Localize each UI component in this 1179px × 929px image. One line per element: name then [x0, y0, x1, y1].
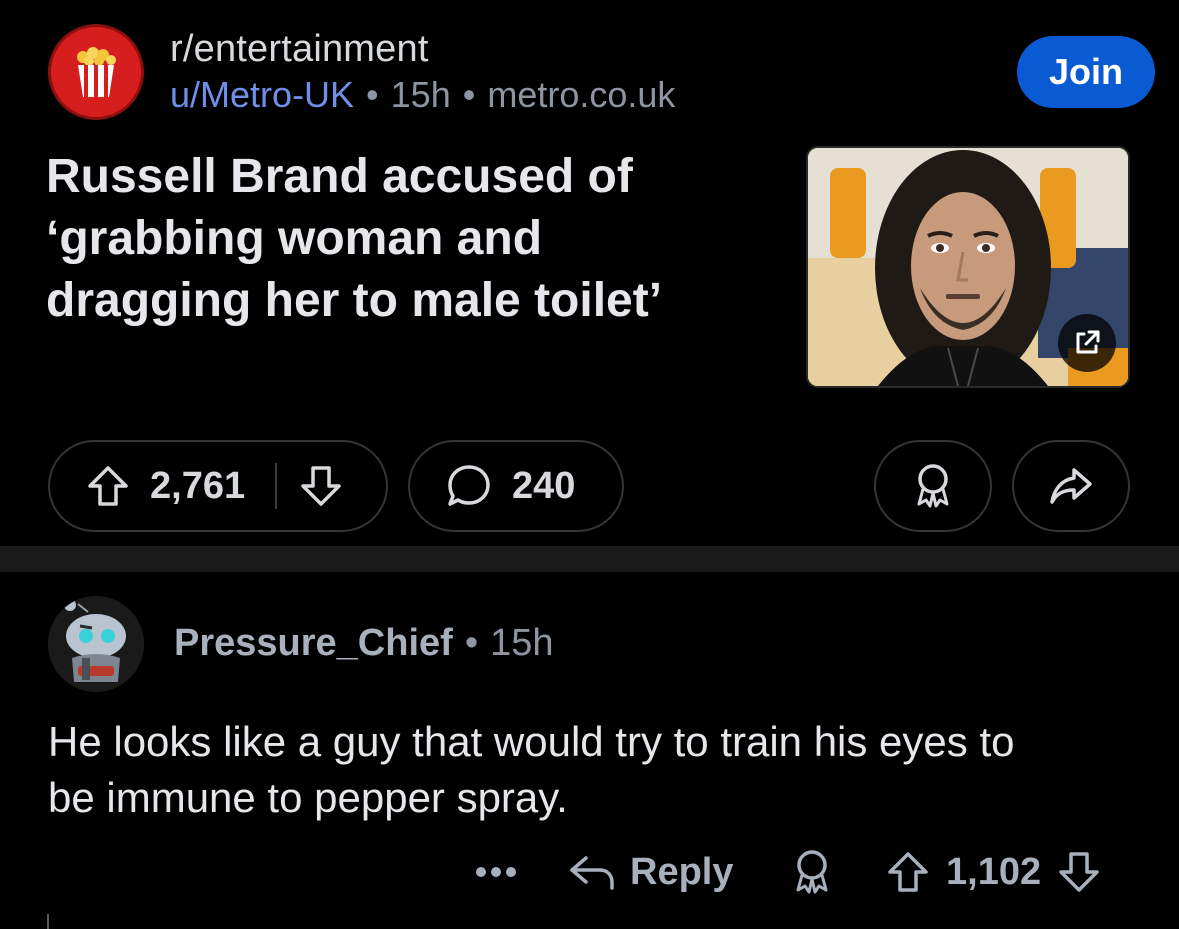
- comment-count: 240: [512, 464, 576, 507]
- subreddit-name[interactable]: r/entertainment: [170, 28, 429, 71]
- join-button[interactable]: Join: [1017, 36, 1155, 108]
- external-link-button[interactable]: [1058, 314, 1116, 372]
- share-button[interactable]: [1012, 440, 1130, 532]
- comment-body-line: be immune to pepper spray.: [48, 774, 568, 821]
- downvote-arrow-icon: [301, 466, 341, 506]
- subreddit-avatar[interactable]: [48, 24, 144, 120]
- meta-separator: •: [366, 74, 379, 115]
- post-age: 15h: [390, 74, 451, 115]
- post-meta: u/Metro-UK • 15h • metro.co.uk: [170, 74, 675, 116]
- meta-separator: •: [462, 74, 476, 115]
- comment-vote-bar: 1,102: [886, 840, 1101, 904]
- post-title-line: dragging her to male toilet’: [46, 274, 663, 327]
- reply-label: Reply: [630, 850, 734, 893]
- post-thumbnail[interactable]: [806, 146, 1130, 388]
- upvote-button[interactable]: [86, 464, 130, 508]
- comment-age: 15h: [490, 622, 554, 664]
- snoo-avatar-icon: [48, 596, 144, 692]
- reddit-post-view: r/entertainment u/Metro-UK • 15h • metro.co.…: [0, 0, 1179, 929]
- post-domain[interactable]: metro.co.uk: [487, 74, 675, 115]
- award-icon: [917, 464, 949, 508]
- comment-meta: Pressure_Chief • 15h: [174, 622, 554, 665]
- reply-button[interactable]: Reply: [568, 840, 733, 904]
- comment-upvote-button[interactable]: [886, 850, 930, 894]
- post-vote-bar: 2,761: [48, 440, 388, 532]
- popcorn-icon: [51, 27, 141, 117]
- comment-vote-count: 1,102: [946, 850, 1042, 893]
- award-icon: [796, 850, 828, 894]
- reply-arrow-icon: [570, 856, 614, 890]
- award-button[interactable]: [874, 440, 992, 532]
- more-dots-icon: [476, 867, 516, 877]
- downvote-button[interactable]: [299, 464, 343, 508]
- comment-username[interactable]: Pressure_Chief: [174, 622, 453, 664]
- commenter-avatar[interactable]: [48, 596, 144, 692]
- external-link-icon: [1076, 330, 1100, 354]
- post-vote-count: 2,761: [150, 464, 246, 507]
- more-options-button[interactable]: [474, 840, 518, 904]
- comment-body: He looks like a guy that would try to tr…: [48, 714, 1148, 826]
- comment-award-button[interactable]: [790, 840, 834, 904]
- upvote-arrow-icon: [88, 466, 128, 506]
- vote-divider: [275, 463, 278, 509]
- comment-body-line: He looks like a guy that would try to tr…: [48, 718, 1015, 765]
- post-title-line: ‘grabbing woman and: [46, 212, 543, 265]
- post-title-line: Russell Brand accused of: [46, 150, 633, 203]
- upvote-arrow-icon: [888, 852, 928, 892]
- comment-actions: Reply 1,102: [0, 840, 1179, 904]
- share-arrow-icon: [1050, 468, 1092, 504]
- section-divider: [0, 546, 1179, 572]
- post-author[interactable]: u/Metro-UK: [170, 74, 354, 115]
- comment-bubble-icon: [448, 465, 490, 506]
- thread-line: [47, 914, 49, 929]
- meta-separator: •: [464, 622, 479, 664]
- downvote-arrow-icon: [1059, 852, 1099, 892]
- comment-downvote-button[interactable]: [1057, 850, 1101, 894]
- post-title[interactable]: Russell Brand accused of ‘grabbing woman…: [46, 146, 766, 332]
- comments-button[interactable]: 240: [408, 440, 624, 532]
